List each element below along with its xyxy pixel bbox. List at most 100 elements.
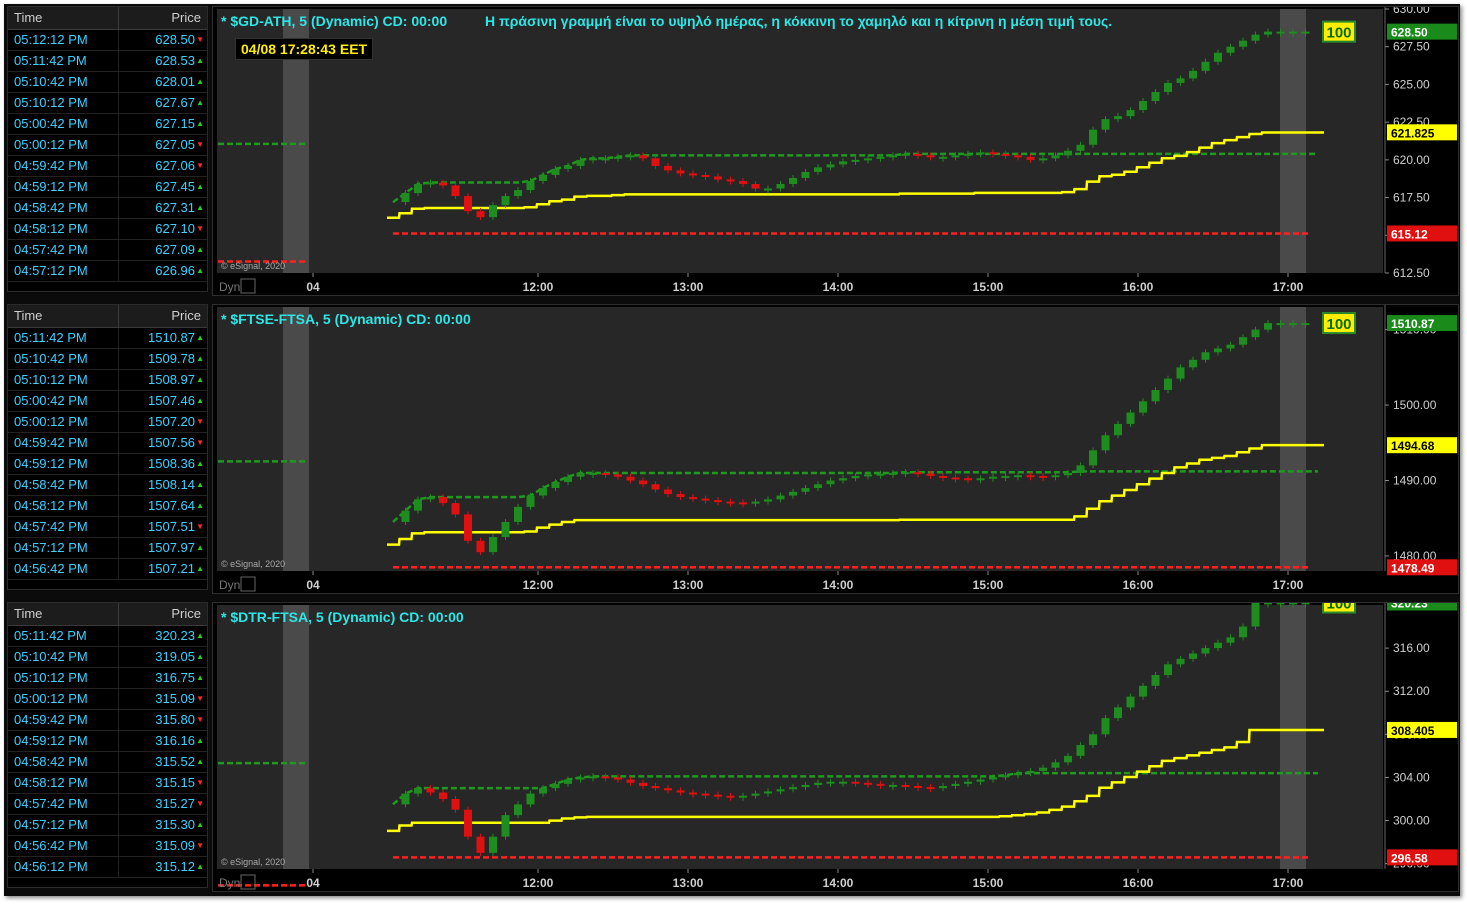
trade-row[interactable]: 05:11:42 PM 628.53 ▲ [8,51,207,72]
dyn-toggle[interactable]: Dyn [219,876,240,890]
trade-row[interactable]: 05:10:42 PM 628.01 ▲ [8,72,207,93]
trade-row[interactable]: 04:56:12 PM 315.12 ▲ [8,857,207,878]
time-column-header[interactable]: Time [8,603,119,625]
trade-price: 627.09 ▲ [119,240,207,260]
trade-price-value: 628.53 [155,53,195,68]
trade-row[interactable]: 04:57:42 PM 315.27 ▼ [8,794,207,815]
trade-row[interactable]: 04:58:42 PM 1508.14 ▲ [8,475,207,496]
chart-panel-gd-ath: Time Price 05:12:12 PM 628.50 ▼ 05:11:42 PM… [4,4,1460,296]
chart-svg[interactable]: 296.00300.00304.00308.00312.00316.000412… [213,603,1458,891]
candle-body [714,794,722,797]
trade-price-value: 626.96 [155,263,195,278]
trade-row[interactable]: 05:00:12 PM 315.09 ▼ [8,689,207,710]
time-and-sales-window[interactable]: Time Price 05:12:12 PM 628.50 ▼ 05:11:42 PM… [7,6,208,292]
candle-body [1189,359,1197,368]
candle-body [1039,158,1047,161]
candle-body [926,155,935,158]
price-chart[interactable]: 612.50615.00617.50620.00622.50625.00627.… [212,6,1459,296]
ts-header: Time Price [8,7,207,30]
trade-row[interactable]: 04:58:12 PM 315.15 ▼ [8,773,207,794]
trade-row[interactable]: 04:57:12 PM 315.30 ▲ [8,815,207,836]
trade-row[interactable]: 05:00:12 PM 1507.20 ▼ [8,412,207,433]
trade-row[interactable]: 04:59:12 PM 1508.36 ▲ [8,454,207,475]
trade-row[interactable]: 04:58:42 PM 315.52 ▲ [8,752,207,773]
candle-body [701,174,710,177]
lock-icon[interactable] [240,576,256,592]
trade-row[interactable]: 04:57:42 PM 1507.51 ▼ [8,517,207,538]
trade-price-value: 315.27 [155,796,195,811]
candle-body [976,152,985,155]
candle-body [1264,31,1272,35]
current-bar-highlight [1280,605,1306,869]
candle-body [901,153,910,156]
trade-row[interactable]: 04:58:12 PM 627.10 ▼ [8,219,207,240]
trade-row[interactable]: 04:59:12 PM 316.16 ▲ [8,731,207,752]
price-column-header[interactable]: Price [119,603,207,625]
candle-body [564,165,572,169]
downtick-arrow-icon: ▼ [196,715,204,724]
candle-body [989,777,997,780]
last-price-tag: 628.50 [1391,26,1428,40]
trade-row[interactable]: 04:59:42 PM 627.06 ▼ [8,156,207,177]
trade-row[interactable]: 05:10:12 PM 316.75 ▲ [8,668,207,689]
time-column-header[interactable]: Time [8,7,119,29]
candle-body [1201,352,1210,360]
candle-body [551,783,560,789]
candle-body [1001,475,1010,478]
trade-row[interactable]: 04:59:12 PM 627.45 ▲ [8,177,207,198]
candle-body [714,176,722,180]
trade-row[interactable]: 05:10:42 PM 1509.78 ▲ [8,349,207,370]
trade-row[interactable]: 04:57:42 PM 627.09 ▲ [8,240,207,261]
trade-price: 315.27 ▼ [119,794,207,814]
session-open-highlight [283,605,309,869]
trade-row[interactable]: 04:57:12 PM 1507.97 ▲ [8,538,207,559]
trade-row[interactable]: 04:58:12 PM 1507.64 ▲ [8,496,207,517]
candle-body [514,190,522,197]
candle-body [614,156,622,159]
trade-price: 1507.97 ▲ [119,538,207,558]
trade-row[interactable]: 05:00:42 PM 1507.46 ▲ [8,391,207,412]
trade-row[interactable]: 05:10:12 PM 1508.97 ▲ [8,370,207,391]
candle-body [1201,648,1210,654]
candle-body [876,783,885,786]
trade-row[interactable]: 05:10:12 PM 627.67 ▲ [8,93,207,114]
time-column-header[interactable]: Time [8,305,119,327]
trade-row[interactable]: 05:12:12 PM 628.50 ▼ [8,30,207,51]
plot-background [217,605,1383,869]
candle-body [626,476,635,481]
trade-row[interactable]: 05:10:42 PM 319.05 ▲ [8,647,207,668]
trade-row[interactable]: 05:11:42 PM 320.23 ▲ [8,626,207,647]
time-and-sales-window[interactable]: Time Price 05:11:42 PM 1510.87 ▲ 05:10:42 P… [7,304,208,590]
plot-background [217,307,1383,571]
price-column-header[interactable]: Price [119,305,207,327]
dyn-toggle[interactable]: Dyn [219,578,240,592]
chart-svg[interactable]: 612.50615.00617.50620.00622.50625.00627.… [213,7,1458,295]
chart-svg[interactable]: 1480.001490.001500.001510.000412:0013:00… [213,305,1458,593]
trade-row[interactable]: 05:11:42 PM 1510.87 ▲ [8,328,207,349]
candle-body [801,784,810,788]
trade-row[interactable]: 04:59:42 PM 1507.56 ▼ [8,433,207,454]
trade-row[interactable]: 05:00:42 PM 627.15 ▲ [8,114,207,135]
candle-body [1239,40,1247,47]
trade-row[interactable]: 04:57:12 PM 626.96 ▲ [8,261,207,282]
candle-body [1239,337,1247,345]
candle-body [651,786,660,789]
price-chart[interactable]: 296.00300.00304.00308.00312.00316.000412… [212,602,1459,892]
lock-icon[interactable] [240,874,256,890]
candle-body [1151,675,1160,686]
candle-body [951,155,960,158]
price-column-header[interactable]: Price [119,7,207,29]
lock-icon[interactable] [240,278,256,294]
trade-time: 04:57:42 PM [8,517,119,537]
dyn-toggle[interactable]: Dyn [219,280,240,294]
trade-row[interactable]: 05:00:12 PM 627.05 ▼ [8,135,207,156]
price-chart[interactable]: 1480.001490.001500.001510.000412:0013:00… [212,304,1459,594]
candle-body [1176,658,1185,665]
trade-row[interactable]: 04:56:42 PM 1507.21 ▲ [8,559,207,580]
candle-body [676,494,685,498]
trade-row[interactable]: 04:56:42 PM 315.09 ▼ [8,836,207,857]
time-and-sales-window[interactable]: Time Price 05:11:42 PM 320.23 ▲ 05:10:42 PM… [7,602,208,888]
trade-row[interactable]: 04:59:42 PM 315.80 ▼ [8,710,207,731]
trade-time: 04:58:42 PM [8,752,119,772]
trade-row[interactable]: 04:58:42 PM 627.31 ▲ [8,198,207,219]
